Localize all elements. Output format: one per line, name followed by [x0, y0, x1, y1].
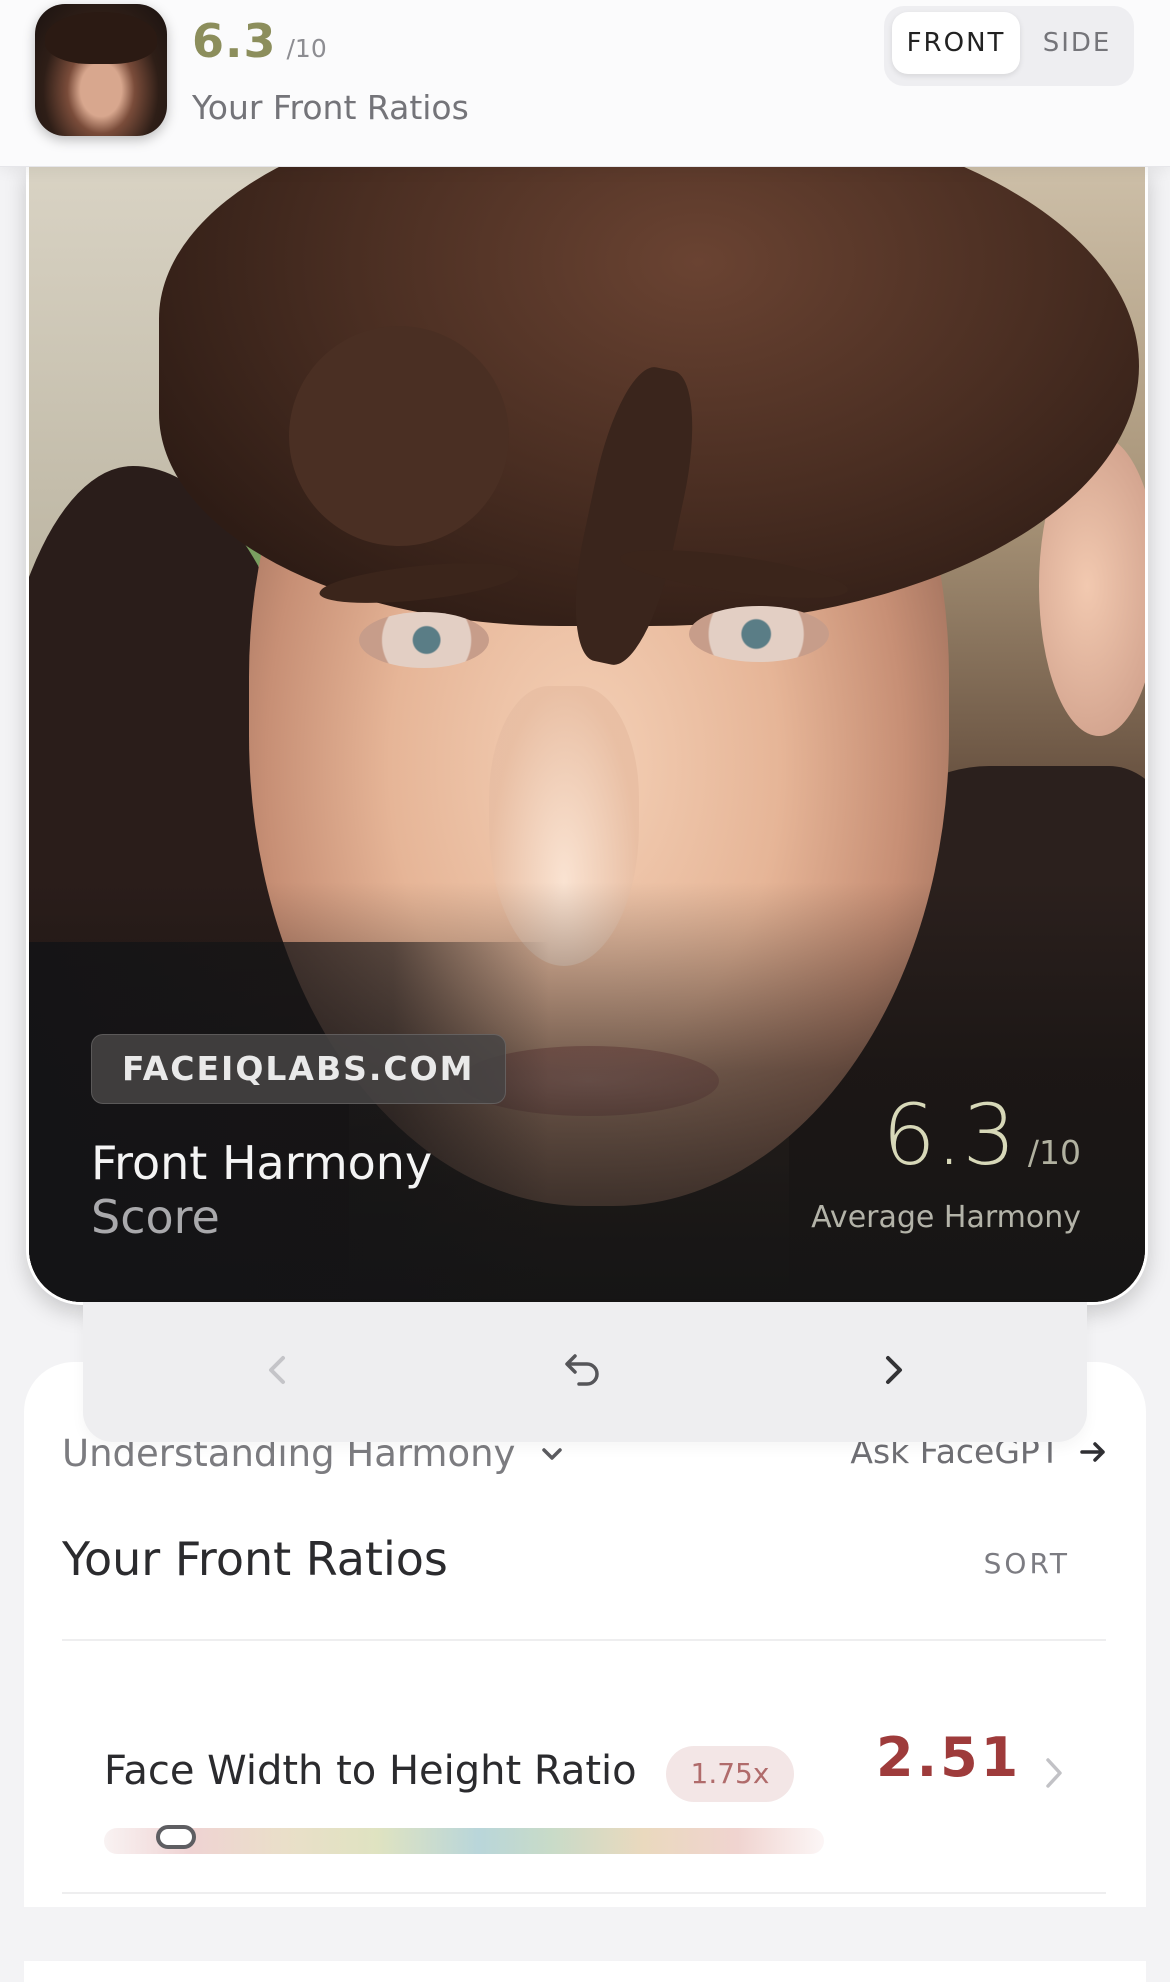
- header-score-max: /10: [286, 34, 327, 63]
- divider: [62, 1892, 1106, 1894]
- harmony-score-value: 6.3: [882, 1086, 1016, 1184]
- ratio-label: Face Width to Height Ratio: [104, 1748, 637, 1794]
- harmony-title: Front Harmony: [91, 1136, 433, 1190]
- header-bar: 6.3 /10 Your Front Ratios FRONT SIDE: [0, 0, 1170, 167]
- arrow-right-icon: [1080, 1441, 1105, 1462]
- face-photo-card: FACEIQLABS.COM Front Harmony Score 6.3 /…: [26, 166, 1148, 1305]
- view-toggle: FRONT SIDE: [884, 6, 1134, 86]
- watermark-badge: FACEIQLABS.COM: [91, 1034, 506, 1104]
- header-score: 6.3 /10: [192, 14, 327, 68]
- gauge-indicator: [156, 1825, 196, 1849]
- harmony-score: 6.3 /10: [882, 1086, 1081, 1184]
- divider: [62, 1639, 1106, 1641]
- ratio-value: 2.51: [876, 1726, 1022, 1789]
- header-score-value: 6.3: [192, 14, 277, 68]
- reset-button[interactable]: [553, 1340, 613, 1400]
- ideal-value-pill: 1.75x: [666, 1746, 794, 1802]
- previous-button[interactable]: [248, 1340, 308, 1400]
- undo-icon: [565, 1354, 599, 1386]
- harmony-score-max: /10: [1027, 1133, 1081, 1172]
- chevron-down-icon: [542, 1447, 563, 1460]
- tab-side[interactable]: SIDE: [1028, 12, 1126, 74]
- chevron-left-icon: [269, 1356, 285, 1384]
- ratios-card: Understanding Harmony Ask FaceGPT Your F…: [24, 1362, 1146, 1982]
- avatar[interactable]: [35, 4, 167, 136]
- ratio-gauge: [104, 1825, 824, 1854]
- chevron-right-icon: [1046, 1758, 1062, 1788]
- tab-front[interactable]: FRONT: [892, 12, 1020, 74]
- photo-nav-bar: [83, 1302, 1087, 1442]
- section-title: Your Front Ratios: [62, 1532, 448, 1586]
- harmony-rating-label: Average Harmony: [811, 1200, 1081, 1235]
- header-subtitle: Your Front Ratios: [192, 88, 469, 127]
- harmony-title-sub: Score: [91, 1190, 220, 1244]
- next-button[interactable]: [863, 1340, 923, 1400]
- sort-button[interactable]: SORT: [984, 1547, 1070, 1580]
- chevron-right-icon: [886, 1356, 902, 1384]
